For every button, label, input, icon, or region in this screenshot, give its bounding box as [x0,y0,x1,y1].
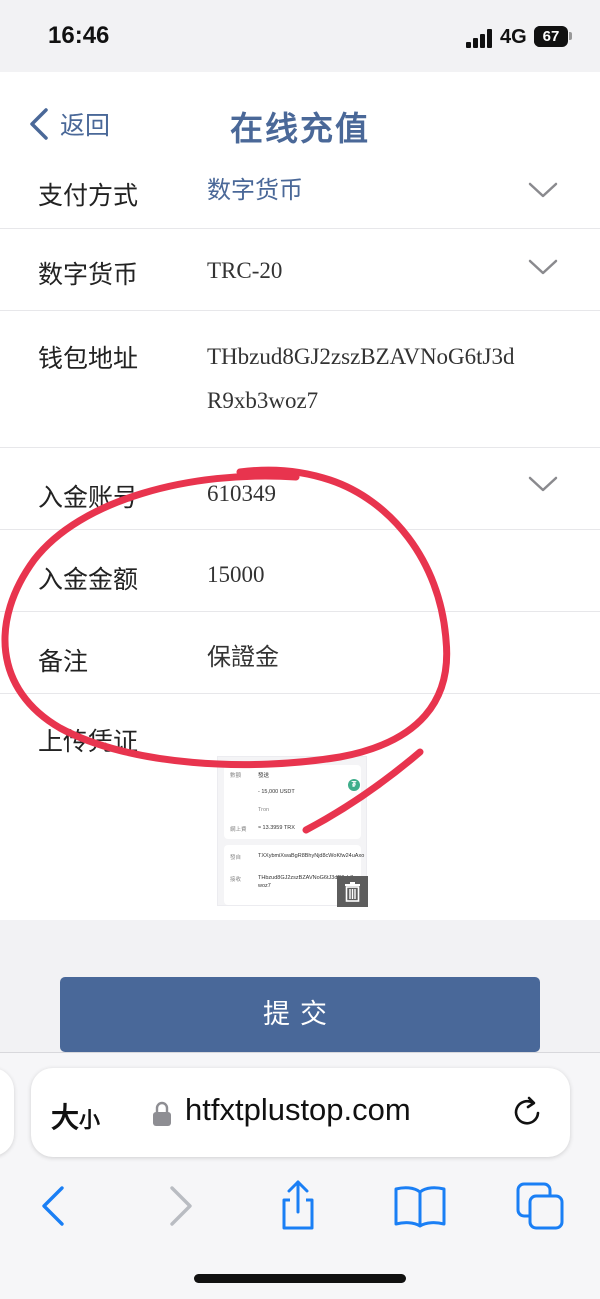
deposit-account-row[interactable]: 入金账号 610349 [0,448,600,530]
wallet-address-label: 钱包地址 [38,344,139,373]
share-icon[interactable] [268,1176,328,1236]
thumb-amount: - 15,000 USDT [258,789,295,795]
wallet-address-line-2: R9xb3woz7 [207,388,319,413]
url-text[interactable]: htfxtplustop.com [185,1092,411,1128]
chevron-down-icon[interactable] [527,180,559,200]
tabs-icon[interactable] [510,1176,570,1236]
thumb-to-address-line-2: woz7 [258,883,271,889]
bookmarks-icon[interactable] [390,1176,450,1236]
tether-icon: ₮ [348,779,360,791]
home-indicator [194,1274,406,1283]
lock-icon [153,1101,171,1126]
remark-label: 备注 [38,647,89,676]
chevron-down-icon[interactable] [527,474,559,494]
thumb-row1-label: 數額 [230,773,242,779]
previous-tab-peek[interactable] [0,1068,14,1156]
payment-method-row[interactable]: 支付方式 数字货币 [0,156,600,229]
payment-method-value: 数字货币 [207,176,303,204]
deposit-amount-row[interactable]: 入金金额 15000 [0,530,600,612]
cellular-signal-icon [466,28,492,48]
status-bar: 16:46 4G 67 [0,0,600,72]
thumb-row1-value: 發送 [258,773,270,779]
text-size-big: 大 [51,1101,80,1134]
network-type: 4G [500,26,527,48]
deposit-amount-label: 入金金额 [38,565,139,594]
forward-arrow-icon[interactable] [150,1176,210,1236]
thumb-fee: ≈ 13.3959 TRX [258,825,295,831]
battery-icon: 67 [534,26,568,47]
wallet-address-row: 钱包地址 THbzud8GJ2zszBZAVNoG6tJ3d R9xb3woz7 [0,311,600,448]
deposit-account-value: 610349 [207,481,276,506]
digital-currency-row[interactable]: 数字货币 TRC-20 [0,229,600,311]
text-size-small: 小 [79,1108,101,1132]
deposit-amount-value[interactable]: 15000 [207,553,265,597]
chevron-down-icon[interactable] [527,257,559,277]
address-bar[interactable]: 大小 htfxtplustop.com [31,1068,570,1157]
submit-button[interactable]: 提交 [60,977,540,1052]
reload-icon[interactable] [507,1092,547,1132]
thumb-fee-label: 網上費 [230,827,247,833]
remark-value[interactable]: 保證金 [207,635,279,679]
upload-voucher-row: 上传凭证 [0,694,600,756]
page-title: 在线充值 [230,109,370,148]
digital-currency-label: 数字货币 [38,260,139,289]
thumb-from-address: TXXybmiXwaBgR8BhyNjd8cWoKfw24uAxo [258,853,365,859]
battery-percent: 67 [542,28,560,45]
delete-upload-button[interactable] [337,876,368,907]
deposit-account-label: 入金账号 [38,483,139,512]
back-arrow-icon[interactable] [24,1176,84,1236]
remark-row[interactable]: 备注 保證金 [0,612,600,694]
thumb-to-label: 接收 [230,877,242,883]
thumb-placeholder: Tron [258,807,270,813]
digital-currency-value: TRC-20 [207,258,283,283]
text-size-button[interactable]: 大小 [51,1096,100,1136]
battery-cap [569,32,572,40]
thumb-from-label: 發自 [230,855,242,861]
wallet-address-line-1: THbzud8GJ2zszBZAVNoG6tJ3d [207,344,515,369]
status-time: 16:46 [48,22,110,49]
trash-icon [345,882,360,902]
thumb-transaction-card: 數額 發送 - 15,000 USDT ₮ Tron 網上費 ≈ 13.3959… [224,765,361,839]
payment-method-label: 支付方式 [38,181,139,210]
upload-voucher-label: 上传凭证 [38,727,139,756]
